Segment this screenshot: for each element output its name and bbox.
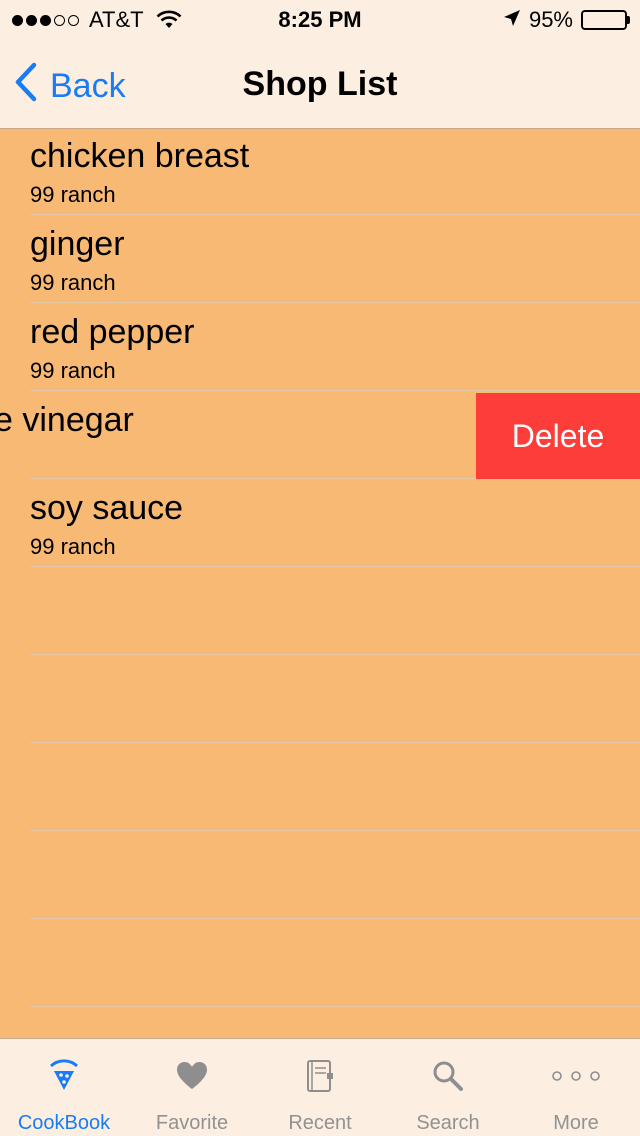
item-title: chicken breast — [30, 137, 250, 175]
battery-icon — [581, 10, 630, 30]
tab-recent[interactable]: Recent — [256, 1039, 384, 1136]
page-title: Shop List — [242, 65, 398, 103]
row-separator — [30, 390, 640, 391]
row-separator — [30, 654, 640, 655]
row-separator — [30, 302, 640, 303]
tab-label: CookBook — [17, 1112, 111, 1134]
location-arrow-icon — [503, 7, 521, 33]
row-separator — [30, 742, 640, 743]
item-title: e vinegar — [0, 401, 134, 439]
status-bar: AT&T 8:25 PM 95% — [0, 0, 640, 40]
tab-label: More — [553, 1112, 599, 1134]
tab-label: Favorite — [155, 1112, 229, 1134]
tab-bar: CookBook Favorite Recent Search More — [0, 1038, 640, 1136]
row-separator — [30, 1006, 640, 1007]
item-title: ginger — [30, 225, 125, 263]
heart-icon — [128, 1059, 256, 1093]
cookbook-icon — [0, 1059, 128, 1093]
item-title: soy sauce — [30, 489, 184, 527]
row-separator — [30, 214, 640, 215]
battery-percent: 95% — [528, 7, 573, 32]
tab-label: Search — [416, 1112, 480, 1134]
list-item-swiped[interactable]: e vinegar Delete — [0, 393, 640, 481]
shop-list-table[interactable]: chicken breast 99 ranch ginger 99 ranch … — [0, 129, 640, 1038]
tab-more[interactable]: More — [512, 1039, 640, 1136]
recent-book-icon — [256, 1059, 384, 1093]
list-item[interactable]: ginger 99 ranch — [0, 217, 640, 305]
list-item[interactable]: red pepper 99 ranch — [0, 305, 640, 393]
more-dots-icon — [512, 1059, 640, 1093]
tab-label: Recent — [288, 1112, 352, 1134]
row-separator — [30, 830, 640, 831]
list-item[interactable]: soy sauce 99 ranch — [0, 481, 640, 569]
item-store: 99 ranch — [30, 534, 116, 559]
row-separator — [30, 566, 640, 567]
item-store: 99 ranch — [30, 182, 116, 207]
list-item[interactable]: chicken breast 99 ranch — [0, 129, 640, 217]
screen: AT&T 8:25 PM 95% Back Shop List chicken … — [0, 0, 640, 1136]
tab-cookbook[interactable]: CookBook — [0, 1039, 128, 1136]
item-title: red pepper — [30, 313, 195, 351]
tab-search[interactable]: Search — [384, 1039, 512, 1136]
navigation-bar: Back Shop List — [0, 40, 640, 129]
row-separator — [30, 478, 476, 479]
item-store: 99 ranch — [30, 270, 116, 295]
tab-favorite[interactable]: Favorite — [128, 1039, 256, 1136]
status-right: 95% — [503, 7, 630, 33]
row-separator — [30, 918, 640, 919]
search-icon — [384, 1059, 512, 1093]
item-store: 99 ranch — [30, 358, 116, 383]
delete-button[interactable]: Delete — [476, 393, 640, 479]
